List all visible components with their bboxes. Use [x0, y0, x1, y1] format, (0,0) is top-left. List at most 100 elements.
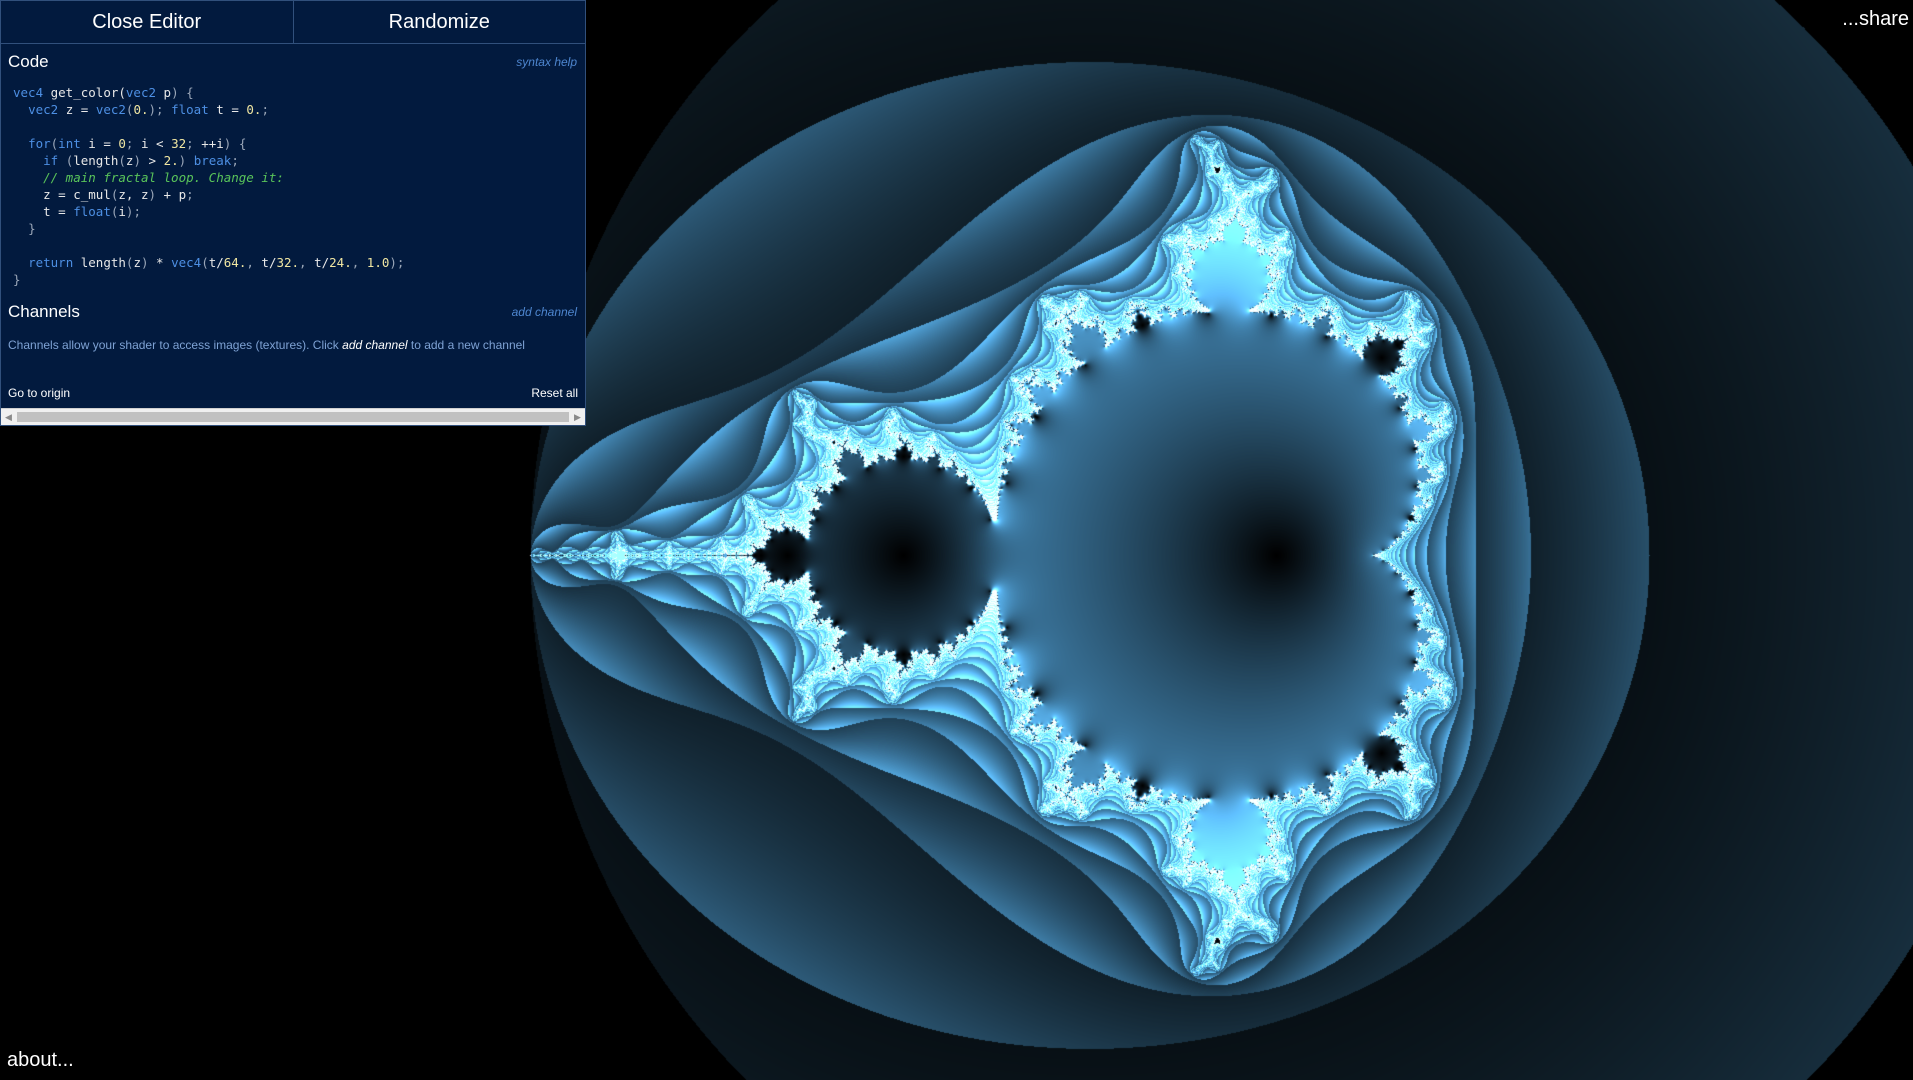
- channels-description: Channels allow your shader to access ima…: [8, 338, 585, 352]
- code-token: vec4: [13, 85, 44, 100]
- code-token: ,: [299, 255, 307, 270]
- code-token: z, z: [118, 187, 149, 202]
- horizontal-scrollbar[interactable]: ◀ ▶: [1, 408, 585, 425]
- code-token: ;: [186, 136, 194, 151]
- code-token: 32.: [276, 255, 300, 270]
- reset-all-button[interactable]: Reset all: [531, 386, 578, 400]
- code-token: + p: [156, 187, 187, 202]
- close-editor-button[interactable]: Close Editor: [1, 1, 293, 43]
- code-token: float: [73, 204, 111, 219]
- code-token: length: [73, 255, 126, 270]
- channels-title: Channels: [8, 302, 80, 321]
- scroll-left-arrow-icon[interactable]: ◀: [1, 409, 16, 425]
- code-token: );: [148, 102, 164, 117]
- code-token: t =: [208, 102, 247, 117]
- code-line: return length(z) * vec4(t/64., t/32., t/…: [13, 254, 585, 271]
- go-to-origin-button[interactable]: Go to origin: [8, 386, 70, 400]
- share-link[interactable]: ...share: [1842, 8, 1909, 31]
- code-token: t/: [253, 255, 277, 270]
- code-token: 24.: [329, 255, 352, 270]
- code-token: }: [28, 221, 36, 236]
- code-line: }: [13, 271, 585, 288]
- code-token: vec4: [171, 255, 202, 270]
- code-token: get_color(: [43, 85, 126, 100]
- channels-desc-link[interactable]: add channel: [342, 338, 407, 352]
- code-section-header: Code syntax help: [1, 52, 585, 72]
- code-token: ): [148, 187, 157, 202]
- code-token: *: [148, 255, 172, 270]
- channels-section-header: Channels add channel: [1, 302, 585, 322]
- code-token: ;: [186, 187, 194, 202]
- code-token: break: [193, 153, 232, 168]
- code-token: ) {: [171, 85, 194, 100]
- code-token: int: [58, 136, 81, 151]
- channels-desc-text-end: to add a new channel: [407, 338, 525, 352]
- scrollbar-thumb[interactable]: [17, 412, 569, 422]
- code-token: p: [156, 85, 172, 100]
- code-token: vec2: [95, 102, 126, 117]
- code-line: z = c_mul(z, z) + p;: [13, 186, 585, 203]
- code-token: 32: [171, 136, 187, 151]
- code-token: i =: [80, 136, 119, 151]
- scroll-right-arrow-icon[interactable]: ▶: [570, 409, 585, 425]
- code-token: );: [125, 204, 141, 219]
- code-token: for: [28, 136, 51, 151]
- code-token: (: [201, 255, 209, 270]
- code-token: // main fractal loop. Change it:: [43, 170, 284, 185]
- code-line: }: [13, 220, 585, 237]
- code-token: t/: [306, 255, 330, 270]
- code-line: // main fractal loop. Change it:: [13, 169, 585, 186]
- code-token: float: [171, 102, 209, 117]
- code-token: length: [73, 153, 119, 168]
- code-token: 2.: [163, 153, 179, 168]
- code-token: t/: [208, 255, 224, 270]
- code-token: z = c_mul: [13, 187, 111, 202]
- code-title: Code: [8, 52, 49, 71]
- code-token: i: [118, 204, 126, 219]
- code-line: for(int i = 0; i < 32; ++i) {: [13, 135, 585, 152]
- code-token: >: [140, 153, 164, 168]
- code-token: ;: [231, 153, 239, 168]
- code-token: (: [118, 153, 126, 168]
- code-token: vec2: [28, 102, 59, 117]
- code-token: return: [28, 255, 74, 270]
- code-token: 64.: [223, 255, 247, 270]
- code-token: ): [133, 153, 141, 168]
- code-line: if (length(z) > 2.) break;: [13, 152, 585, 169]
- code-token: if: [43, 153, 59, 168]
- code-token: ): [140, 255, 149, 270]
- randomize-button[interactable]: Randomize: [292, 1, 586, 43]
- code-editor-panel: Close Editor Randomize Code syntax help …: [0, 0, 586, 426]
- code-line: vec2 z = vec2(0.); float t = 0.;: [13, 101, 585, 118]
- code-token: z =: [58, 102, 96, 117]
- code-token: 0.: [246, 102, 262, 117]
- code-token: 0: [118, 136, 126, 151]
- code-token: i <: [133, 136, 172, 151]
- code-token: t =: [13, 204, 74, 219]
- code-textarea[interactable]: vec4 get_color(vec2 p) { vec2 z = vec2(0…: [13, 84, 585, 288]
- code-token: ++i: [193, 136, 224, 151]
- code-token: ,: [246, 255, 254, 270]
- code-token: ) {: [223, 136, 247, 151]
- code-token: }: [13, 272, 21, 287]
- add-channel-link[interactable]: add channel: [512, 305, 577, 319]
- code-line: t = float(i);: [13, 203, 585, 220]
- syntax-help-link[interactable]: syntax help: [516, 55, 577, 69]
- code-token: );: [389, 255, 405, 270]
- code-token: 0.: [133, 102, 149, 117]
- about-link[interactable]: about...: [7, 1049, 74, 1072]
- code-token: vec2: [125, 85, 157, 100]
- editor-footer: Go to origin Reset all: [1, 386, 585, 400]
- code-token: z: [133, 255, 141, 270]
